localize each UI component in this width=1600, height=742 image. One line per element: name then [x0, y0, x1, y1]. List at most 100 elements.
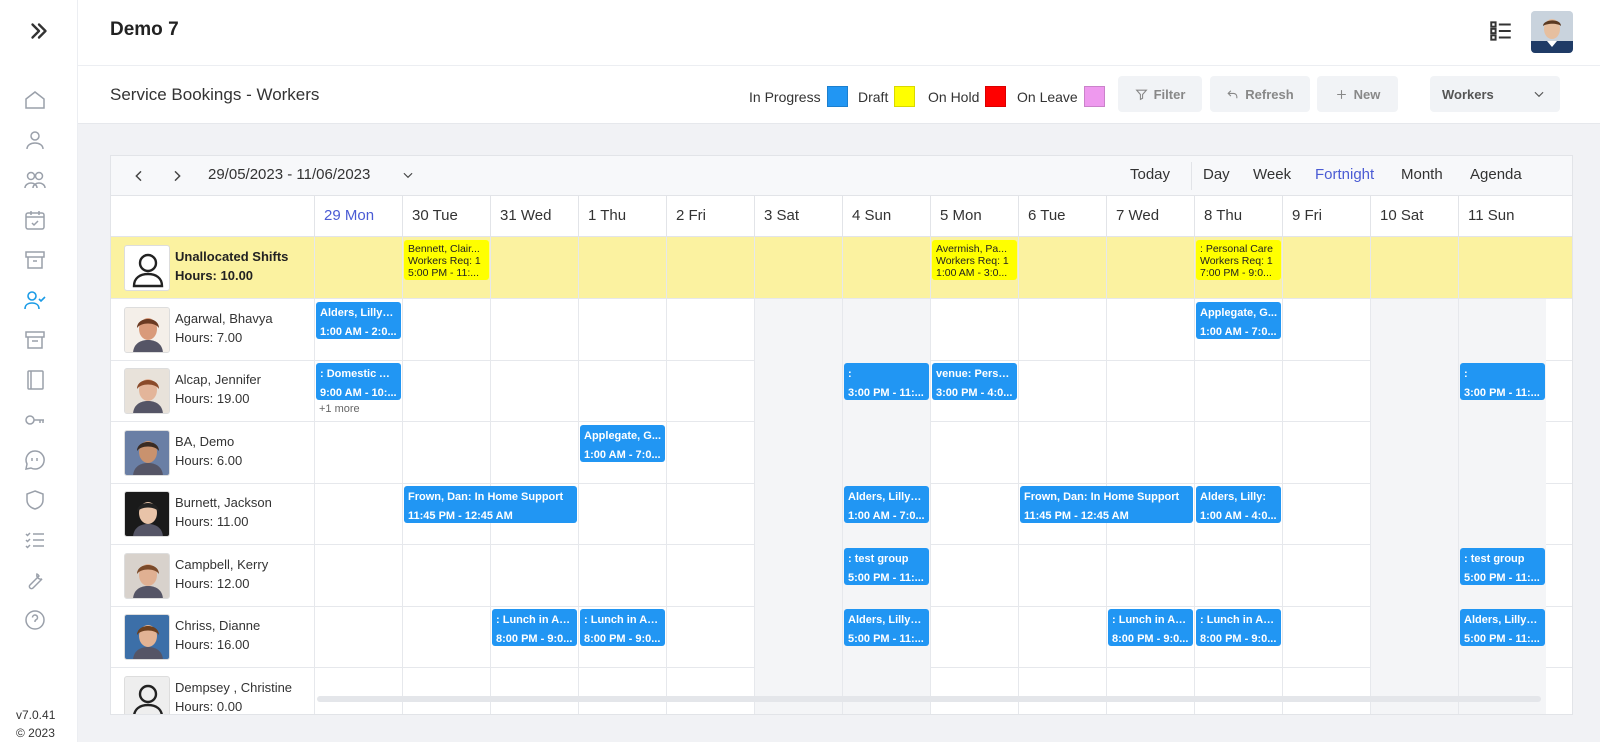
day-cell[interactable] [842, 298, 930, 361]
booking-event[interactable]: : Lunch in Art... 8:00 PM - 9:0... [1196, 609, 1281, 646]
day-cell[interactable] [490, 544, 578, 607]
day-cell[interactable] [1370, 237, 1458, 299]
booking-event[interactable]: : Domestic As... 9:00 AM - 10:... [316, 363, 401, 400]
day-cell[interactable] [1106, 298, 1194, 361]
day-cell[interactable] [1018, 298, 1106, 361]
day-cell[interactable] [1194, 360, 1282, 422]
day-cell[interactable] [1458, 483, 1546, 545]
calendar-check-icon[interactable] [23, 208, 47, 232]
day-cell[interactable] [930, 544, 1018, 607]
day-cell[interactable] [754, 606, 842, 668]
day-cell[interactable] [842, 667, 930, 714]
date-range-label[interactable]: 29/05/2023 - 11/06/2023 [208, 166, 370, 183]
day-header[interactable]: 5 Mon [930, 196, 1018, 237]
day-cell[interactable] [842, 421, 930, 484]
resource-info[interactable]: BA, Demo Hours: 6.00 [111, 422, 317, 484]
day-cell[interactable] [1370, 360, 1458, 422]
day-cell[interactable] [1106, 421, 1194, 484]
day-cell[interactable] [314, 606, 402, 668]
day-cell[interactable] [1370, 298, 1458, 361]
list-view-icon[interactable] [1488, 18, 1514, 44]
draft-booking-event[interactable]: : Personal Care Workers Req: 1 7:00 PM - 9… [1196, 240, 1281, 280]
booking-event[interactable]: : 3:00 PM - 11:... [844, 363, 929, 400]
booking-event[interactable]: Frown, Dan: In Home Support 11:45 PM - 12… [404, 486, 577, 523]
prev-arrow-icon[interactable] [131, 168, 147, 184]
day-header[interactable]: 4 Sun [842, 196, 930, 237]
filter-button[interactable]: Filter [1118, 76, 1202, 112]
day-cell[interactable] [1282, 421, 1370, 484]
day-cell[interactable] [402, 544, 490, 607]
day-cell[interactable] [490, 298, 578, 361]
resource-info[interactable]: Campbell, Kerry Hours: 12.00 [111, 545, 317, 607]
user-icon[interactable] [23, 128, 47, 152]
day-cell[interactable] [666, 421, 754, 484]
day-cell[interactable] [1458, 298, 1546, 361]
day-cell[interactable] [402, 360, 490, 422]
day-cell[interactable] [1282, 544, 1370, 607]
day-cell[interactable] [578, 237, 666, 299]
day-header[interactable]: 7 Wed [1106, 196, 1194, 237]
refresh-button[interactable]: Refresh [1210, 76, 1310, 112]
home-icon[interactable] [23, 88, 47, 112]
day-cell[interactable] [1194, 667, 1282, 714]
wrench-icon[interactable] [23, 568, 47, 592]
users-icon[interactable] [23, 168, 47, 192]
booking-event[interactable]: Applegate, G... 1:00 AM - 7:0... [1196, 301, 1281, 339]
view-fortnight-button[interactable]: Fortnight [1315, 166, 1374, 183]
day-cell[interactable] [754, 483, 842, 545]
box-icon[interactable] [23, 328, 47, 352]
user-avatar[interactable] [1531, 11, 1573, 53]
day-cell[interactable] [314, 421, 402, 484]
booking-event[interactable]: : test group 5:00 PM - 11:... [844, 547, 929, 585]
resource-info[interactable]: Chriss, Dianne Hours: 16.00 [111, 606, 317, 668]
day-cell[interactable] [1370, 483, 1458, 545]
booking-event[interactable]: Alders, Lilly: 1:00 AM - 4:0... [1196, 486, 1281, 523]
day-cell[interactable] [930, 298, 1018, 361]
day-cell[interactable] [1018, 237, 1106, 299]
booking-event[interactable]: : Lunch in Art... 8:00 PM - 9:0... [1108, 609, 1193, 646]
day-cell[interactable] [1106, 360, 1194, 422]
day-cell[interactable] [930, 483, 1018, 545]
list-check-icon[interactable] [23, 528, 47, 552]
day-cell[interactable] [666, 667, 754, 714]
day-cell[interactable] [490, 360, 578, 422]
day-cell[interactable] [490, 667, 578, 714]
day-header[interactable]: 30 Tue [402, 196, 490, 237]
day-cell[interactable] [578, 298, 666, 361]
booking-event[interactable]: venue: Perso... 3:00 PM - 4:0... [932, 363, 1017, 400]
day-cell[interactable] [402, 667, 490, 714]
day-cell[interactable] [1018, 544, 1106, 607]
day-header[interactable]: 3 Sat [754, 196, 842, 237]
day-cell[interactable] [930, 606, 1018, 668]
day-cell[interactable] [1458, 421, 1546, 484]
day-cell[interactable] [1194, 544, 1282, 607]
booking-event[interactable]: Alders, Lilly: ... 1:00 AM - 7:0... [844, 486, 929, 523]
day-header[interactable]: 8 Thu [1194, 196, 1282, 237]
day-cell[interactable] [666, 360, 754, 422]
chevron-down-icon[interactable] [401, 168, 415, 182]
draft-booking-event[interactable]: Bennett, Clair... Workers Req: 1 5:00 PM -… [404, 240, 489, 280]
day-cell[interactable] [402, 606, 490, 668]
day-cell[interactable] [1106, 237, 1194, 299]
day-cell[interactable] [754, 544, 842, 607]
view-week-button[interactable]: Week [1253, 166, 1291, 183]
day-header[interactable]: 29 Mon [314, 196, 402, 237]
booking-event[interactable]: Applegate, G... 1:00 AM - 7:0... [580, 424, 665, 462]
day-cell[interactable] [1370, 421, 1458, 484]
resource-info[interactable]: Unallocated Shifts Hours: 10.00 [111, 237, 317, 299]
resource-info[interactable]: Burnett, Jackson Hours: 11.00 [111, 483, 317, 545]
day-cell[interactable] [1370, 544, 1458, 607]
day-header[interactable]: 1 Thu [578, 196, 666, 237]
day-cell[interactable] [1282, 360, 1370, 422]
day-cell[interactable] [666, 606, 754, 668]
day-cell[interactable] [578, 544, 666, 607]
day-cell[interactable] [490, 421, 578, 484]
booking-event[interactable]: Alders, Lilly: ... 1:00 AM - 2:0... [316, 301, 401, 339]
help-icon[interactable] [23, 608, 47, 632]
day-cell[interactable] [314, 483, 402, 545]
booking-event[interactable]: : 3:00 PM - 11:... [1460, 363, 1545, 400]
day-cell[interactable] [1370, 606, 1458, 668]
new-button[interactable]: New [1317, 76, 1398, 112]
day-cell[interactable] [666, 298, 754, 361]
user-check-icon[interactable] [23, 288, 47, 312]
